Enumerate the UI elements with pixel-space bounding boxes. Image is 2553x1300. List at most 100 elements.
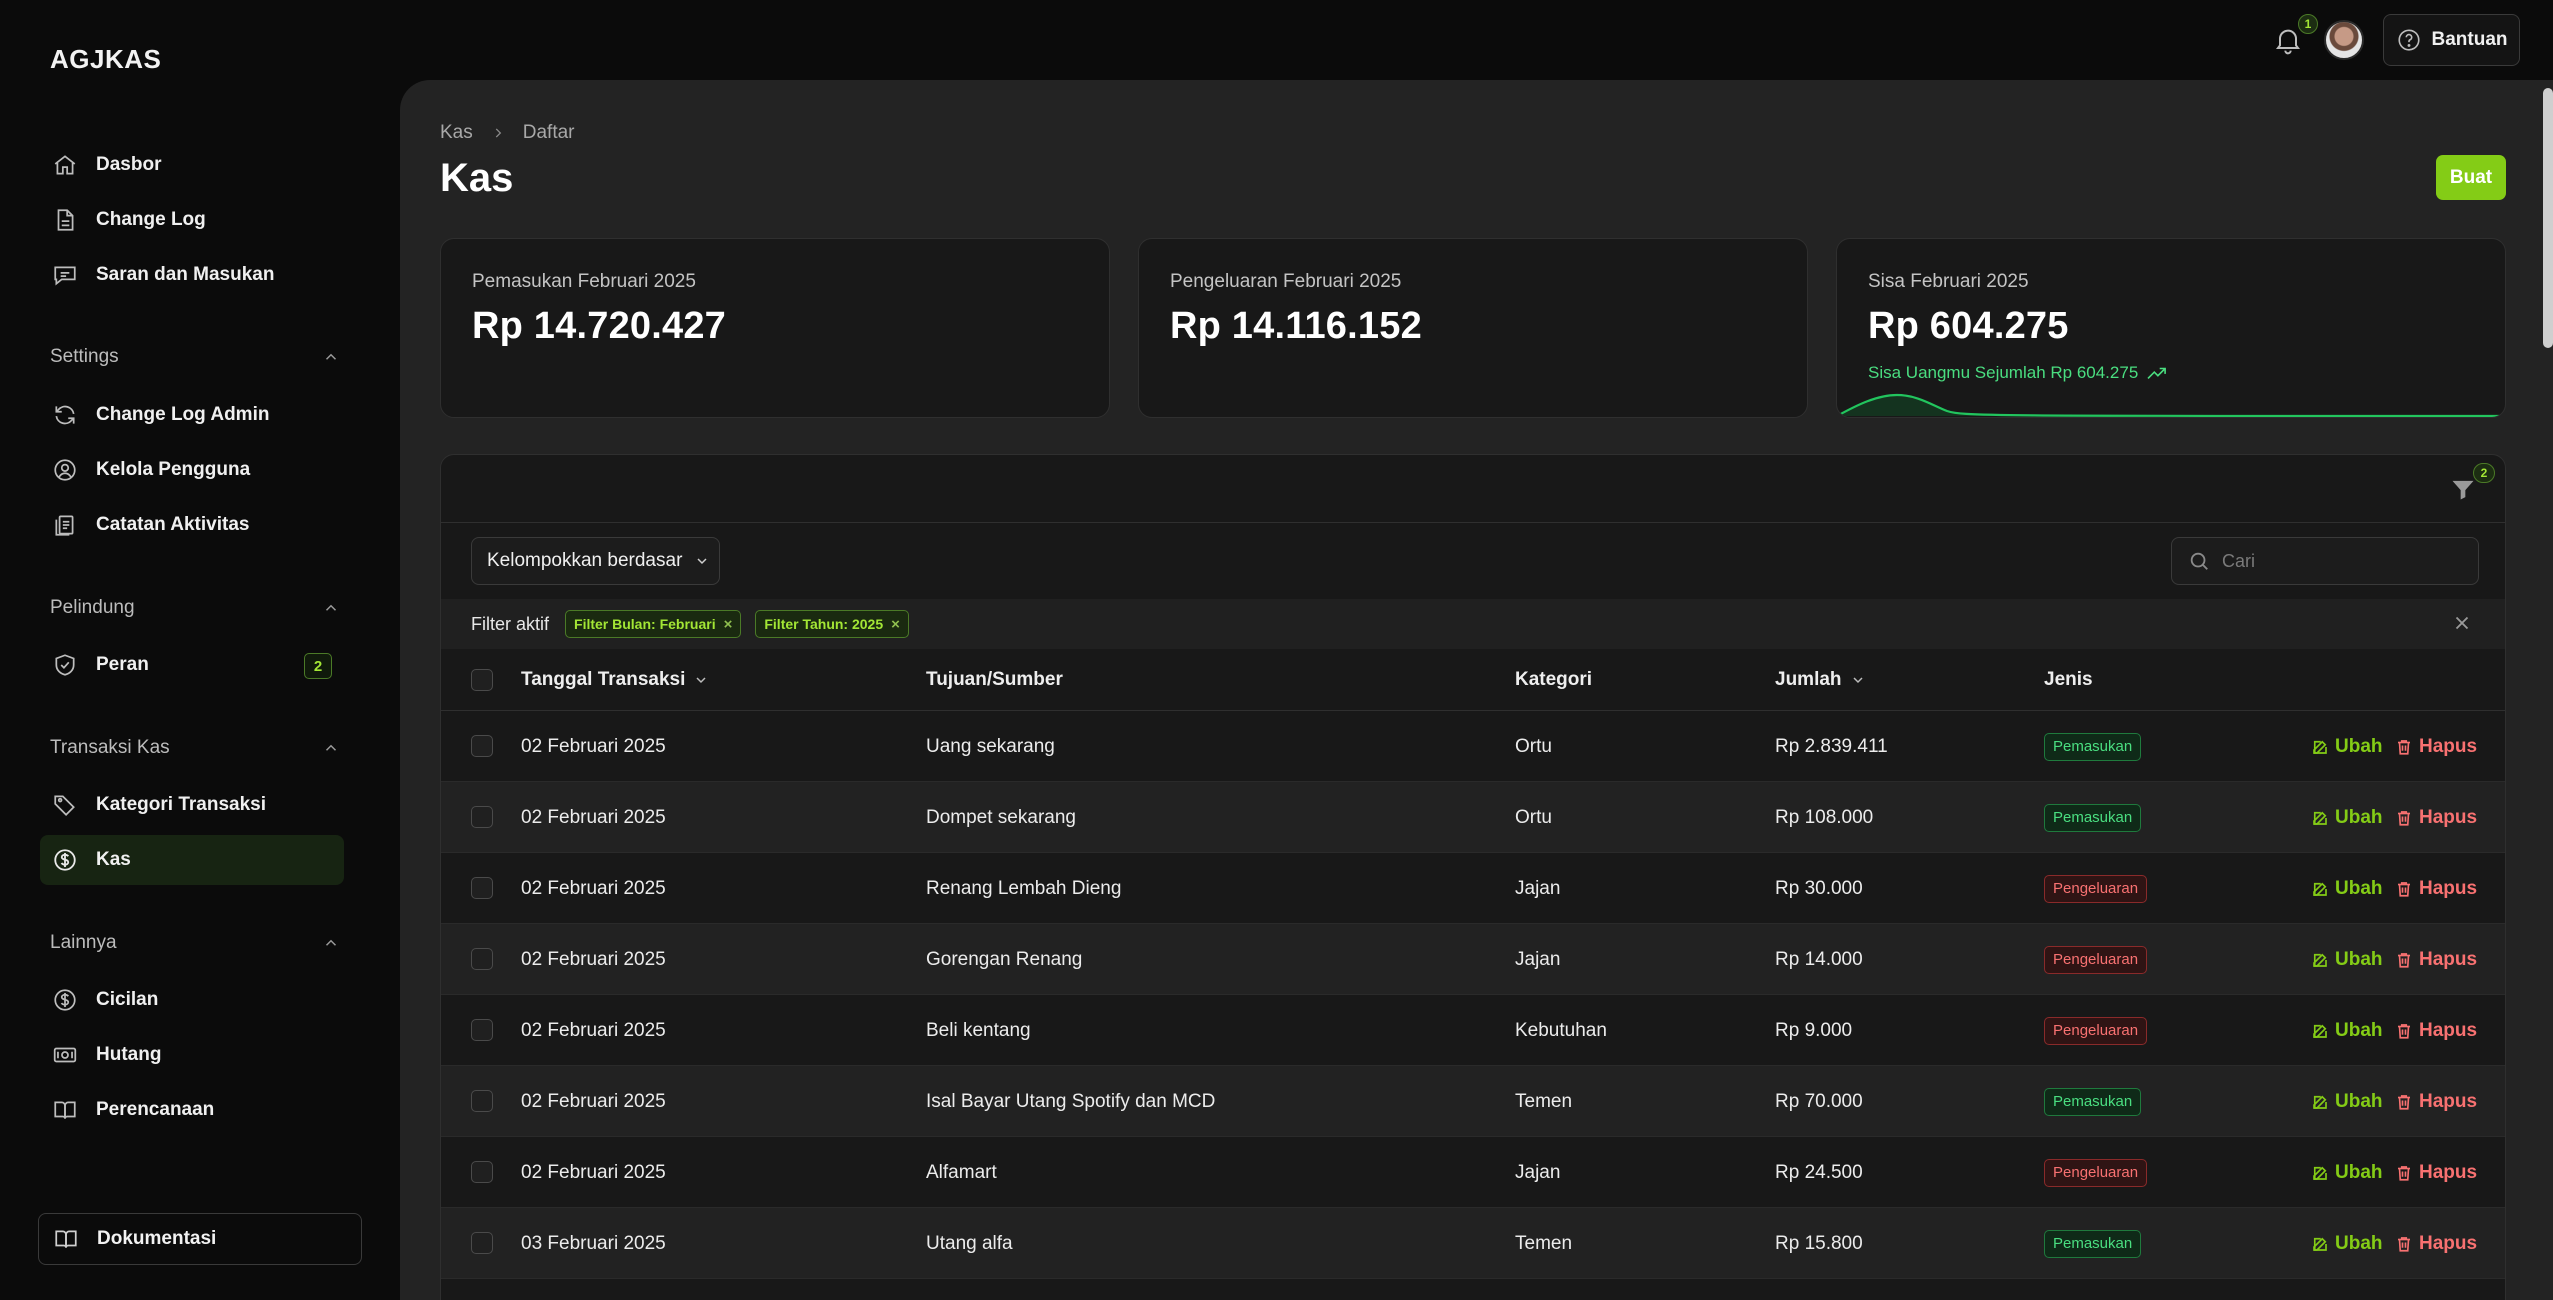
cell-purpose: Beli kentang bbox=[926, 1019, 1031, 1041]
edit-button[interactable]: Ubah bbox=[2311, 1066, 2383, 1137]
chevron-up-icon bbox=[322, 599, 340, 617]
avatar[interactable] bbox=[2324, 20, 2364, 60]
sidebar-item-change-log-admin[interactable]: Change Log Admin bbox=[40, 390, 344, 440]
select-all-checkbox[interactable] bbox=[471, 669, 493, 691]
edit-button[interactable]: Ubah bbox=[2311, 1137, 2383, 1208]
remove-filter-icon[interactable]: × bbox=[891, 616, 900, 633]
sidebar-item-kas[interactable]: Kas bbox=[40, 835, 344, 885]
book-open-icon bbox=[53, 1224, 83, 1254]
chat-icon bbox=[50, 260, 80, 290]
cell-date: 02 Februari 2025 bbox=[521, 735, 666, 757]
delete-label: Hapus bbox=[2419, 806, 2478, 828]
brand-logo[interactable]: AGJKAS bbox=[50, 44, 161, 75]
documentation-label: Dokumentasi bbox=[97, 1228, 217, 1249]
row-checkbox[interactable] bbox=[471, 1090, 493, 1112]
edit-button[interactable]: Ubah bbox=[2311, 853, 2383, 924]
help-button[interactable]: Bantuan bbox=[2383, 14, 2520, 66]
row-checkbox[interactable] bbox=[471, 948, 493, 970]
sidebar-item-cicilan[interactable]: Cicilan bbox=[40, 975, 344, 1025]
column-header-purpose: Tujuan/Sumber bbox=[926, 669, 1063, 690]
sidebar-item-kelola-pengguna[interactable]: Kelola Pengguna bbox=[40, 445, 344, 495]
edit-button[interactable]: Ubah bbox=[2311, 924, 2383, 995]
cell-amount: Rp 14.000 bbox=[1775, 948, 1863, 970]
delete-button[interactable]: Hapus bbox=[2395, 1137, 2477, 1208]
group-lainnya-toggle[interactable]: Lainnya bbox=[50, 932, 340, 954]
user-circle-icon bbox=[50, 455, 80, 485]
type-badge: Pemasukan bbox=[2044, 803, 2142, 832]
chevron-right-icon bbox=[491, 126, 505, 140]
cell-type: Pengeluaran bbox=[2044, 853, 2148, 924]
row-checkbox[interactable] bbox=[471, 806, 493, 828]
refresh-icon bbox=[50, 400, 80, 430]
cell-amount: Rp 70.000 bbox=[1775, 1090, 1863, 1112]
cell-purpose: Renang Lembah Dieng bbox=[926, 877, 1122, 899]
sidebar-item-label: Peran bbox=[96, 654, 149, 675]
group-settings-toggle[interactable]: Settings bbox=[50, 346, 340, 368]
create-button[interactable]: Buat bbox=[2436, 155, 2506, 200]
sidebar: AGJKAS Dasbor Change Log Saran dan Masuk… bbox=[0, 0, 400, 1300]
table-row: 02 Februari 2025 Gorengan Renang Jajan Rp 1… bbox=[441, 924, 2505, 995]
edit-button[interactable]: Ubah bbox=[2311, 711, 2383, 782]
delete-button[interactable]: Hapus bbox=[2395, 924, 2477, 995]
cell-category: Kebutuhan bbox=[1515, 1019, 1607, 1041]
edit-icon bbox=[2311, 1022, 2329, 1040]
filter-icon[interactable] bbox=[2449, 475, 2477, 503]
column-header-amount[interactable]: Jumlah bbox=[1775, 649, 1866, 711]
sidebar-item-hutang[interactable]: Hutang bbox=[40, 1030, 344, 1080]
dollar-circle-icon bbox=[50, 845, 80, 875]
sidebar-item-dasbor[interactable]: Dasbor bbox=[40, 140, 344, 190]
sidebar-item-saran[interactable]: Saran dan Masukan bbox=[40, 250, 344, 300]
row-checkbox[interactable] bbox=[471, 877, 493, 899]
type-badge: Pengeluaran bbox=[2044, 1016, 2148, 1045]
group-pelindung-toggle[interactable]: Pelindung bbox=[50, 597, 340, 619]
breadcrumb-item[interactable]: Kas bbox=[440, 122, 473, 144]
edit-label: Ubah bbox=[2335, 1019, 2383, 1041]
clipboard-icon bbox=[50, 510, 80, 540]
sidebar-item-label: Change Log bbox=[96, 209, 206, 230]
table-header-bar: 2 bbox=[441, 455, 2505, 523]
delete-label: Hapus bbox=[2419, 877, 2478, 899]
sidebar-item-catatan-aktivitas[interactable]: Catatan Aktivitas bbox=[40, 500, 344, 550]
sidebar-item-peran[interactable]: Peran 2 bbox=[40, 640, 344, 690]
group-label: Pelindung bbox=[50, 597, 135, 618]
edit-button[interactable]: Ubah bbox=[2311, 782, 2383, 853]
type-badge: Pemasukan bbox=[2044, 732, 2142, 761]
sidebar-item-change-log[interactable]: Change Log bbox=[40, 195, 344, 245]
row-checkbox[interactable] bbox=[471, 1019, 493, 1041]
edit-button[interactable]: Ubah bbox=[2311, 995, 2383, 1066]
clear-filters-icon[interactable] bbox=[2451, 612, 2473, 634]
delete-button[interactable]: Hapus bbox=[2395, 711, 2477, 782]
scrollbar[interactable] bbox=[2543, 88, 2553, 348]
stat-value: Rp 14.720.427 bbox=[472, 305, 726, 347]
delete-button[interactable]: Hapus bbox=[2395, 1066, 2477, 1137]
edit-button[interactable]: Ubah bbox=[2311, 1208, 2383, 1279]
sidebar-item-perencanaan[interactable]: Perencanaan bbox=[40, 1085, 344, 1135]
column-header-label: Jumlah bbox=[1775, 669, 1842, 690]
documentation-button[interactable]: Dokumentasi bbox=[38, 1213, 362, 1265]
row-checkbox[interactable] bbox=[471, 1161, 493, 1183]
group-label: Settings bbox=[50, 346, 119, 367]
table-row: 03 Februari 2025 Utang alfa Temen Rp 15.800… bbox=[441, 1208, 2505, 1279]
search-input[interactable] bbox=[2222, 550, 2462, 572]
cell-date: 02 Februari 2025 bbox=[521, 806, 666, 828]
stat-value: Rp 14.116.152 bbox=[1170, 305, 1422, 347]
sidebar-item-kategori-transaksi[interactable]: Kategori Transaksi bbox=[40, 780, 344, 830]
row-checkbox[interactable] bbox=[471, 735, 493, 757]
group-label: Lainnya bbox=[50, 932, 117, 953]
delete-button[interactable]: Hapus bbox=[2395, 1208, 2477, 1279]
delete-label: Hapus bbox=[2419, 1161, 2478, 1183]
group-transaksi-kas-toggle[interactable]: Transaksi Kas bbox=[50, 737, 340, 759]
table-row: 02 Februari 2025 Renang Lembah Dieng Jajan… bbox=[441, 853, 2505, 924]
delete-button[interactable]: Hapus bbox=[2395, 853, 2477, 924]
sparkline-chart bbox=[1837, 393, 2505, 417]
stat-card-expense: Pengeluaran Februari 2025 Rp 14.116.152 bbox=[1138, 238, 1808, 418]
column-header-date[interactable]: Tanggal Transaksi bbox=[521, 649, 709, 711]
delete-button[interactable]: Hapus bbox=[2395, 995, 2477, 1066]
row-checkbox[interactable] bbox=[471, 1232, 493, 1254]
type-badge: Pengeluaran bbox=[2044, 1158, 2148, 1187]
type-badge: Pemasukan bbox=[2044, 1229, 2142, 1258]
remove-filter-icon[interactable]: × bbox=[724, 616, 733, 633]
delete-button[interactable]: Hapus bbox=[2395, 782, 2477, 853]
cell-amount: Rp 30.000 bbox=[1775, 877, 1863, 899]
group-by-select[interactable]: Kelompokkan berdasar bbox=[471, 537, 720, 585]
